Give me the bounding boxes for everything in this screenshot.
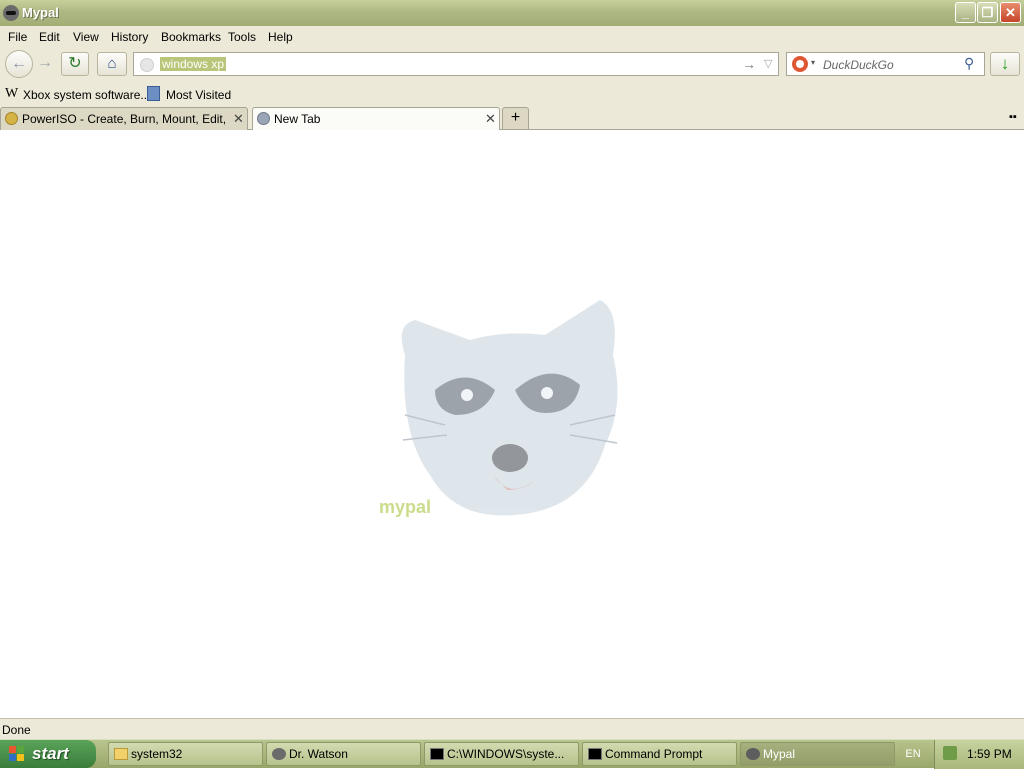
windows-flag-icon xyxy=(9,746,24,761)
back-arrow-icon: ← xyxy=(11,55,27,72)
menu-tools[interactable]: Tools xyxy=(228,30,256,44)
url-bar[interactable]: windows xp → ▽ xyxy=(133,52,779,76)
task-label: Mypal xyxy=(763,747,796,761)
minimize-button[interactable]: _ xyxy=(955,2,976,23)
tab-new-tab[interactable]: New Tab ✕ xyxy=(252,107,500,131)
mypal-logo-text: mypal xyxy=(379,497,431,517)
download-button[interactable]: ↓ xyxy=(990,52,1020,76)
taskbar-item-dr-watson[interactable]: Dr. Watson xyxy=(266,742,421,766)
engine-caret-icon[interactable]: ▾ xyxy=(811,58,815,67)
reload-icon: ↻ xyxy=(68,55,82,72)
close-button[interactable]: ✕ xyxy=(1000,2,1021,23)
bookmark-xbox[interactable]: Xbox system software... xyxy=(23,88,150,102)
task-label: system32 xyxy=(131,747,183,761)
window-title: Mypal xyxy=(22,5,59,20)
poweriso-icon xyxy=(5,112,18,125)
tab-title: PowerISO - Create, Burn, Mount, Edit, C.… xyxy=(22,112,227,126)
search-icon[interactable]: ⚲ xyxy=(964,55,974,72)
url-input[interactable]: windows xp xyxy=(160,57,227,71)
language-indicator[interactable]: EN xyxy=(897,742,929,766)
bookmarks-toolbar: W Xbox system software... Most Visited xyxy=(0,84,1024,105)
task-label: Dr. Watson xyxy=(289,747,348,761)
cmd-icon xyxy=(588,748,602,760)
home-button[interactable]: ⌂ xyxy=(97,52,127,76)
tab-close-icon[interactable]: ✕ xyxy=(485,111,496,127)
tab-title: New Tab xyxy=(274,112,321,126)
wikipedia-icon: W xyxy=(5,86,19,101)
reload-button[interactable]: ↻ xyxy=(61,52,89,76)
taskbar-item-windows-system[interactable]: C:\WINDOWS\syste... xyxy=(424,742,579,766)
menu-edit[interactable]: Edit xyxy=(39,30,60,44)
new-tab-button[interactable]: + xyxy=(502,107,529,129)
page-content: mypal xyxy=(0,130,1024,718)
mypal-raccoon-logo: mypal xyxy=(379,300,618,517)
cmd-icon xyxy=(430,748,444,760)
dr-watson-icon xyxy=(272,748,286,760)
duckduckgo-icon[interactable] xyxy=(792,56,808,72)
most-visited-icon xyxy=(147,86,160,101)
url-dropdown-icon[interactable]: ▽ xyxy=(764,57,772,70)
download-arrow-icon: ↓ xyxy=(1000,54,1010,73)
taskbar-item-system32[interactable]: system32 xyxy=(108,742,263,766)
tab-close-icon[interactable]: ✕ xyxy=(233,111,244,127)
home-icon: ⌂ xyxy=(107,55,117,72)
tab-strip: PowerISO - Create, Burn, Mount, Edit, C.… xyxy=(0,105,1024,131)
system-tray: 1:59 PM xyxy=(934,740,1024,769)
navigation-toolbar: ← → ↻ ⌂ windows xp → ▽ ▾ DuckDuckGo ⚲ ↓ xyxy=(0,48,1024,84)
bookmark-most-visited[interactable]: Most Visited xyxy=(166,88,231,102)
go-arrow-icon[interactable]: → xyxy=(742,56,756,72)
page-favicon-icon xyxy=(140,58,154,72)
clock[interactable]: 1:59 PM xyxy=(967,747,1012,761)
menu-bookmarks[interactable]: Bookmarks xyxy=(161,30,221,44)
start-label: start xyxy=(32,744,69,763)
restore-button[interactable]: ❐ xyxy=(977,2,998,23)
back-button[interactable]: ← xyxy=(5,50,33,78)
menu-view[interactable]: View xyxy=(73,30,99,44)
task-label: C:\WINDOWS\syste... xyxy=(447,747,565,761)
mypal-app-icon[interactable] xyxy=(3,5,19,21)
menu-bar: File Edit View History Bookmarks Tools H… xyxy=(0,26,1024,48)
mypal-icon xyxy=(746,748,760,760)
taskbar-item-mypal[interactable]: Mypal xyxy=(740,742,895,766)
search-input[interactable]: DuckDuckGo xyxy=(823,58,894,72)
menu-history[interactable]: History xyxy=(111,30,148,44)
menu-file[interactable]: File xyxy=(8,30,27,44)
tray-network-icon[interactable] xyxy=(943,746,957,760)
task-label: Command Prompt xyxy=(605,747,703,761)
forward-button[interactable]: → xyxy=(37,54,53,72)
search-bar[interactable]: ▾ DuckDuckGo ⚲ xyxy=(786,52,985,76)
list-all-tabs-icon[interactable]: ▪▪ xyxy=(1009,111,1017,123)
menu-help[interactable]: Help xyxy=(268,30,293,44)
status-text: Done xyxy=(2,723,31,737)
tab-poweriso[interactable]: PowerISO - Create, Burn, Mount, Edit, C.… xyxy=(0,107,248,130)
taskbar-item-command-prompt[interactable]: Command Prompt xyxy=(582,742,737,766)
globe-icon xyxy=(257,112,270,125)
folder-icon xyxy=(114,748,128,760)
title-bar: Mypal _ ❐ ✕ xyxy=(0,0,1024,27)
taskbar: start system32 Dr. Watson C:\WINDOWS\sys… xyxy=(0,739,1024,769)
status-bar: Done xyxy=(0,718,1024,739)
start-button[interactable]: start xyxy=(0,740,96,768)
